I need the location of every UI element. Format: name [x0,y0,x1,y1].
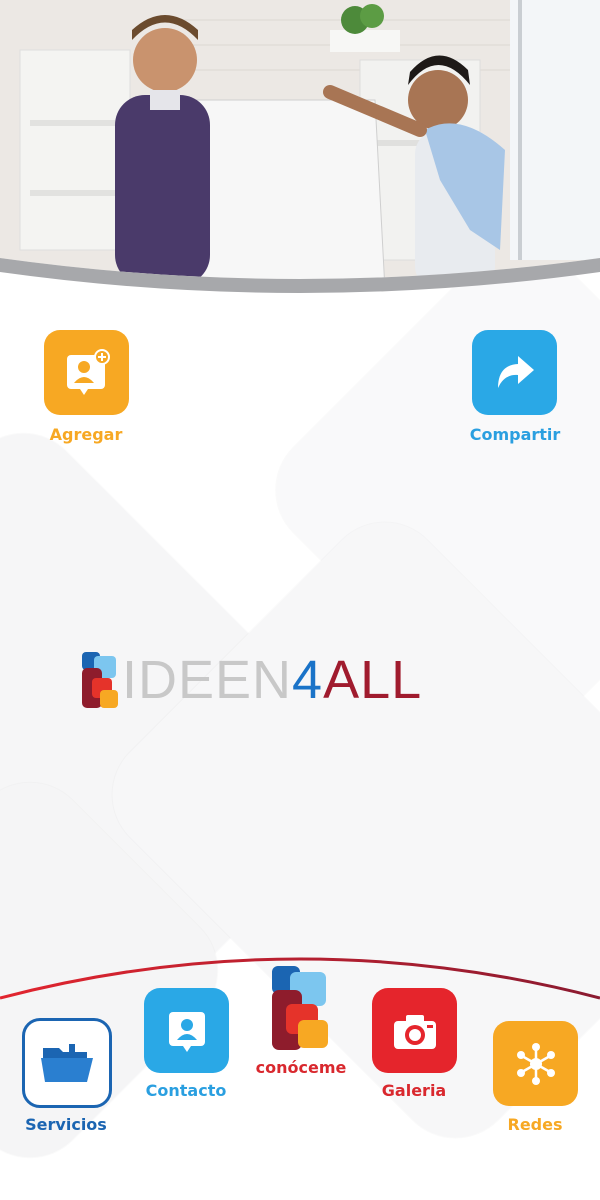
contact-button[interactable] [144,988,229,1073]
services-button[interactable] [22,1018,112,1108]
logo-mark-icon [82,652,118,708]
logo-mark-icon [272,966,328,1050]
brand-word-ideen: IDEEN [122,650,293,710]
services-label: Servicios [25,1115,107,1134]
brand-word-all: ALL [323,650,423,710]
networks-button[interactable] [493,1021,578,1106]
contact-label: Contacto [145,1081,227,1100]
add-contact-button[interactable] [44,330,129,415]
brand-logo: IDEEN4ALL [82,650,522,710]
about-me-label: conóceme [255,1058,347,1077]
gallery-button[interactable] [372,988,457,1073]
add-contact-icon [66,348,110,395]
networks-label: Redes [507,1115,563,1134]
camera-icon [393,1014,436,1049]
add-contact-label: Agregar [49,425,123,444]
about-me-button[interactable] [272,966,332,1051]
share-label: Compartir [469,425,561,444]
brand-word-4: 4 [292,650,324,710]
share-button[interactable] [472,330,557,415]
network-icon [516,1042,555,1085]
share-arrow-icon [497,355,534,388]
contact-card-icon [168,1011,205,1052]
brand-wordmark: IDEEN4ALL [122,650,422,710]
gallery-label: Galeria [381,1081,447,1100]
header-photo [0,0,600,300]
folder-icon [41,1044,93,1082]
